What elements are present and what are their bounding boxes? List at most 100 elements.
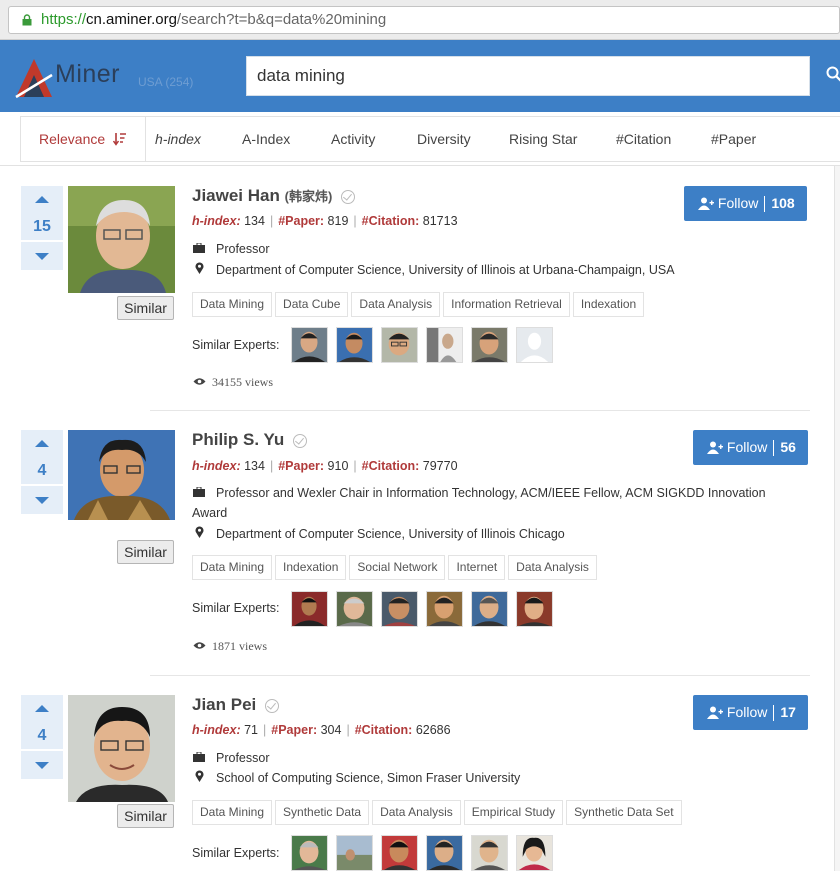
tag[interactable]: Data Analysis xyxy=(372,800,461,825)
upvote-button[interactable] xyxy=(21,695,63,723)
similar-expert-avatar[interactable] xyxy=(516,835,553,871)
map-marker-icon xyxy=(192,260,206,280)
follow-label: Follow xyxy=(717,195,759,211)
address-bar[interactable]: https://cn.aminer.org/search?t=b&q=data%… xyxy=(8,6,840,34)
tag[interactable]: Data Mining xyxy=(192,800,273,825)
tag[interactable]: Indexation xyxy=(275,555,347,580)
tab-activity[interactable]: Activity xyxy=(331,117,375,161)
tab-paper[interactable]: #Paper xyxy=(711,117,756,161)
position-text: Professor xyxy=(216,751,270,765)
expert-photo[interactable] xyxy=(68,186,175,293)
citation-count: 81713 xyxy=(422,214,458,228)
user-plus-icon xyxy=(707,441,723,454)
tab-h-index[interactable]: h-index xyxy=(155,117,201,161)
url-path: /search?t=b&q=data%20mining xyxy=(176,11,387,28)
vote-count: 4 xyxy=(21,458,63,484)
similar-expert-avatar[interactable] xyxy=(336,835,373,871)
card-divider xyxy=(150,675,810,676)
follow-button[interactable]: Follow 108 xyxy=(684,186,807,221)
sort-desc-icon xyxy=(112,133,127,146)
upvote-button[interactable] xyxy=(21,186,63,214)
tag[interactable]: Data Mining xyxy=(192,292,273,317)
similar-expert-avatar[interactable] xyxy=(381,327,418,363)
expert-stats: h-index: 134 | #Paper: 819 | #Citation: 8171… xyxy=(192,214,458,228)
tab-citation[interactable]: #Citation xyxy=(616,117,671,161)
tab-a-index[interactable]: A-Index xyxy=(242,117,290,161)
tag[interactable]: Internet xyxy=(448,555,506,580)
similar-button[interactable]: Similar xyxy=(117,804,174,828)
tab-relevance[interactable]: Relevance xyxy=(21,117,147,161)
expert-name[interactable]: Jiawei Han (韩家炜) xyxy=(192,186,356,206)
similar-experts-label: Similar Experts: xyxy=(192,846,280,860)
similar-expert-avatar[interactable] xyxy=(291,835,328,871)
tag[interactable]: Data Mining xyxy=(192,555,273,580)
similar-expert-avatar[interactable] xyxy=(426,835,463,871)
similar-expert-avatar[interactable] xyxy=(471,591,508,627)
downvote-button[interactable] xyxy=(21,242,63,270)
similar-expert-avatar[interactable] xyxy=(291,591,328,627)
tag[interactable]: Synthetic Data xyxy=(275,800,370,825)
views-count: 34155 views xyxy=(193,375,273,390)
similar-expert-avatar[interactable] xyxy=(336,327,373,363)
follow-label: Follow xyxy=(726,439,768,455)
tab-rising-star[interactable]: Rising Star xyxy=(509,117,577,161)
search-input[interactable]: data mining xyxy=(246,56,810,96)
vote-widget: 15 xyxy=(21,186,63,270)
tag[interactable]: Data Analysis xyxy=(508,555,597,580)
similar-expert-avatar[interactable] xyxy=(516,327,553,363)
position-line: Professor xyxy=(192,239,802,259)
affiliation-text: Department of Computer Science, Universi… xyxy=(216,263,675,277)
similar-button[interactable]: Similar xyxy=(117,296,174,320)
h-index-label: h-index: xyxy=(192,214,241,228)
similar-expert-avatar[interactable] xyxy=(471,327,508,363)
downvote-button[interactable] xyxy=(21,751,63,779)
tag[interactable]: Information Retrieval xyxy=(443,292,570,317)
affiliation-line: Department of Computer Science, Universi… xyxy=(192,524,802,544)
url-protocol: https:// xyxy=(41,11,87,28)
similar-expert-avatar[interactable] xyxy=(471,835,508,871)
expert-photo[interactable] xyxy=(68,430,175,520)
eye-icon xyxy=(193,378,206,385)
tag[interactable]: Synthetic Data Set xyxy=(566,800,682,825)
affiliation-line: Department of Computer Science, Universi… xyxy=(192,260,802,280)
similar-experts-list xyxy=(291,835,561,871)
upvote-button[interactable] xyxy=(21,430,63,458)
similar-expert-avatar[interactable] xyxy=(336,591,373,627)
paper-label: #Paper: xyxy=(271,723,318,737)
h-index-value: 71 xyxy=(244,723,258,737)
similar-expert-avatar[interactable] xyxy=(426,591,463,627)
affiliation-text: School of Computing Science, Simon Frase… xyxy=(216,771,521,785)
similar-expert-avatar[interactable] xyxy=(381,835,418,871)
expert-photo[interactable] xyxy=(68,695,175,802)
similar-expert-avatar[interactable] xyxy=(516,591,553,627)
position-line: Professor and Wexler Chair in Informatio… xyxy=(192,483,802,523)
tag[interactable]: Data Analysis xyxy=(351,292,441,317)
tab-h-index-label: h-index xyxy=(155,131,201,147)
search-icon[interactable] xyxy=(826,66,840,82)
tag[interactable]: Data Cube xyxy=(275,292,349,317)
similar-expert-avatar[interactable] xyxy=(291,327,328,363)
url-host: cn.aminer.org xyxy=(86,11,177,28)
expert-stats: h-index: 71 | #Paper: 304 | #Citation: 62686 xyxy=(192,723,451,737)
similar-button[interactable]: Similar xyxy=(117,540,174,564)
h-index-value: 134 xyxy=(244,459,265,473)
position-text: Professor xyxy=(216,242,270,256)
country-filter[interactable]: USA (254) xyxy=(138,75,193,89)
tag[interactable]: Social Network xyxy=(349,555,446,580)
views-text: 1871 views xyxy=(212,639,267,653)
expert-name[interactable]: Philip S. Yu xyxy=(192,430,307,450)
follow-button[interactable]: Follow 56 xyxy=(693,430,808,465)
tag[interactable]: Empirical Study xyxy=(463,800,564,825)
citation-label: #Citation: xyxy=(361,214,420,228)
logo-text: Miner xyxy=(55,60,121,88)
similar-expert-avatar[interactable] xyxy=(426,327,463,363)
tag[interactable]: Indexation xyxy=(572,292,645,317)
similar-expert-avatar[interactable] xyxy=(381,591,418,627)
tab-relevance-label: Relevance xyxy=(39,131,106,147)
tab-diversity[interactable]: Diversity xyxy=(417,117,471,161)
expert-name[interactable]: Jian Pei xyxy=(192,695,279,715)
vote-widget: 4 xyxy=(21,430,63,514)
similar-experts-label: Similar Experts: xyxy=(192,338,280,352)
downvote-button[interactable] xyxy=(21,486,63,514)
follow-button[interactable]: Follow 17 xyxy=(693,695,808,730)
